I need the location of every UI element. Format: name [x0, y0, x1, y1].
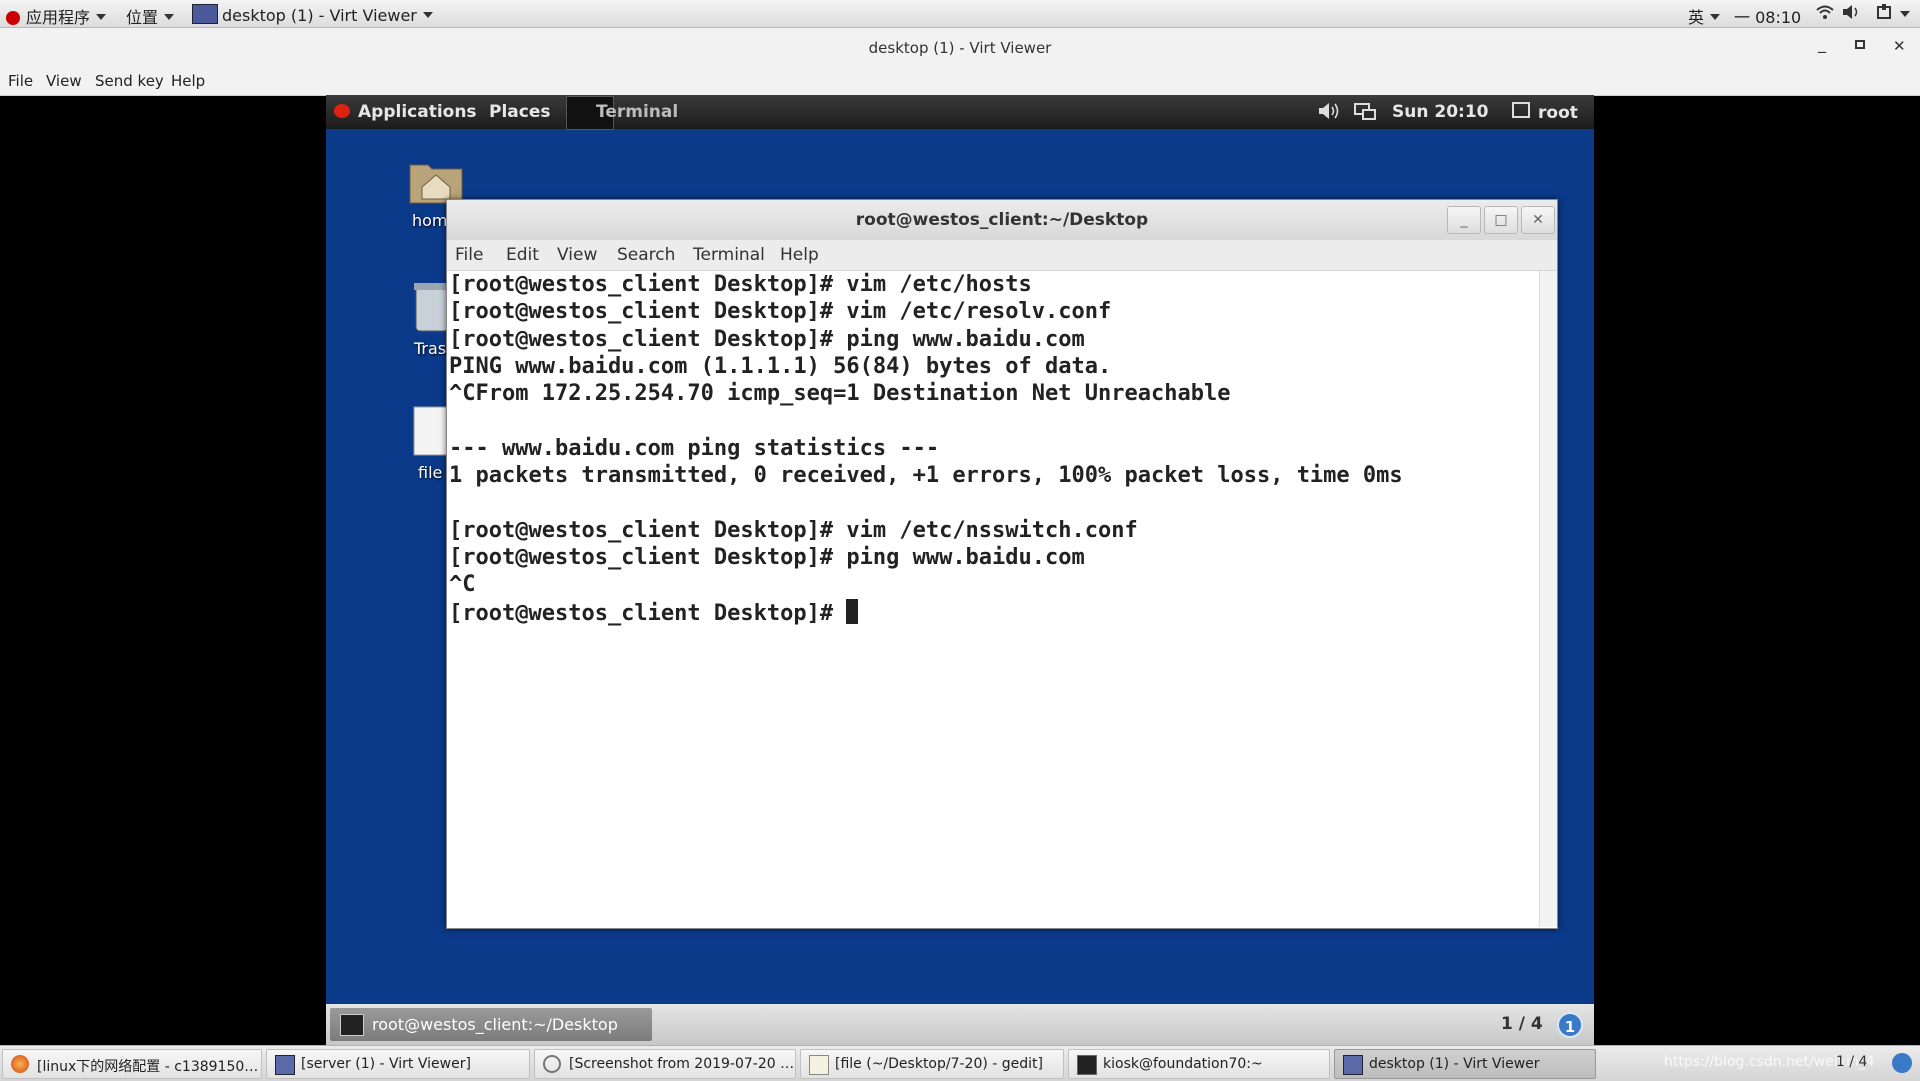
guest-taskbar-terminal-label: root@westos_client:~/Desktop [372, 1015, 618, 1034]
terminal-line: PING www.baidu.com (1.1.1.1) 56(84) byte… [449, 353, 1112, 379]
guest-top-panel: Applications Places Terminal Sun 20:10 r… [326, 95, 1594, 130]
host-places-menu[interactable]: 位置 [126, 4, 175, 28]
host-clock[interactable]: 一 08:10 [1734, 4, 1801, 28]
terminal-menu-terminal[interactable]: Terminal [693, 245, 765, 265]
monitor-icon [192, 4, 218, 24]
wifi-icon[interactable] [1816, 4, 1834, 24]
volume-icon[interactable] [1842, 4, 1860, 24]
maximize-button[interactable] [1855, 40, 1865, 49]
terminal-line: [root@westos_client Desktop]# ping www.b… [449, 544, 1085, 570]
menu-file[interactable]: File [8, 72, 33, 90]
terminal-output[interactable]: [root@westos_client Desktop]# vim /etc/h… [447, 271, 1537, 927]
terminal-menu-edit[interactable]: Edit [506, 245, 539, 265]
terminal-menu-view[interactable]: View [557, 245, 597, 265]
window-title: desktop (1) - Virt Viewer [868, 39, 1052, 57]
menu-help[interactable]: Help [171, 72, 205, 90]
taskbar-item-label: [file (~/Desktop/7-20) - gedit] [835, 1056, 1044, 1072]
guest-apps-label: Applications [358, 102, 477, 122]
host-window-label: desktop (1) - Virt Viewer [222, 6, 417, 25]
taskbar-item-screenshot[interactable]: [Screenshot from 2019-07-20 … [534, 1049, 796, 1079]
terminal-menu-search[interactable]: Search [617, 245, 675, 265]
terminal-scrollbar[interactable] [1539, 271, 1557, 927]
terminal-cursor [846, 598, 859, 624]
guest-places-menu[interactable]: Places [489, 102, 550, 122]
terminal-maximize-button[interactable]: □ [1484, 206, 1518, 234]
host-top-panel: 应用程序 位置 desktop (1) - Virt Viewer 英 一 08… [0, 0, 1920, 28]
host-places-label: 位置 [126, 8, 159, 27]
host-window-menu[interactable]: desktop (1) - Virt Viewer [192, 4, 433, 25]
host-apps-menu[interactable]: 应用程序 [6, 4, 107, 28]
host-workspace-indicator[interactable]: 1 / 4 [1836, 1054, 1867, 1070]
terminal-line: 1 packets transmitted, 0 received, +1 er… [449, 463, 1403, 489]
virt-viewer-menubar: File View Send key Help [0, 68, 1920, 96]
taskbar-item-server-viewer[interactable]: [server (1) - Virt Viewer] [266, 1049, 530, 1079]
terminal-line: [root@westos_client Desktop]# vim /etc/h… [449, 272, 1032, 297]
terminal-titlebar[interactable]: root@westos_client:~/Desktop _ □ ✕ [447, 200, 1557, 240]
terminal-minimize-button[interactable]: _ [1447, 206, 1481, 234]
terminal-line: ^CFrom 172.25.254.70 icmp_seq=1 Destinat… [449, 381, 1231, 407]
terminal-line: [root@westos_client Desktop]# vim /etc/r… [449, 299, 1112, 325]
workspace-indicator[interactable]: 1 / 4 [1501, 1014, 1543, 1034]
input-method-label: 英 [1688, 8, 1705, 27]
text-editor-icon [809, 1055, 829, 1075]
user-icon [1512, 102, 1530, 118]
host-taskbar: [linux下的网络配置 - c1389150… [server (1) - V… [0, 1045, 1920, 1081]
terminal-menu-file[interactable]: File [455, 245, 483, 265]
terminal-icon [340, 1014, 364, 1036]
taskbar-item-kiosk-terminal[interactable]: kiosk@foundation70:~ [1068, 1049, 1330, 1079]
taskbar-item-desktop-viewer[interactable]: desktop (1) - Virt Viewer [1334, 1049, 1596, 1079]
taskbar-item-label: [linux下的网络配置 - c1389150… [37, 1059, 259, 1075]
redhat-icon [334, 104, 350, 118]
taskbar-item-gedit[interactable]: [file (~/Desktop/7-20) - gedit] [800, 1049, 1064, 1079]
guest-taskbar-terminal[interactable]: root@westos_client:~/Desktop [330, 1008, 652, 1041]
notification-badge[interactable]: 1 [1557, 1012, 1583, 1038]
redhat-icon [6, 11, 20, 25]
desktop-icon-file-label: file [418, 463, 443, 482]
guest-user-label: root [1538, 103, 1578, 123]
terminal-title: root@westos_client:~/Desktop [855, 210, 1149, 230]
menu-view[interactable]: View [46, 72, 82, 90]
terminal-window[interactable]: root@westos_client:~/Desktop _ □ ✕ File … [446, 199, 1558, 929]
terminal-icon [1077, 1055, 1097, 1075]
guest-bottom-panel: root@westos_client:~/Desktop 1 / 4 1 [326, 1004, 1594, 1045]
guest-terminal-launcher[interactable]: Terminal [566, 95, 686, 130]
terminal-line: [root@westos_client Desktop]# ping www.b… [449, 326, 1085, 352]
guest-display[interactable]: Applications Places Terminal Sun 20:10 r… [326, 95, 1594, 1045]
terminal-menubar: File Edit View Search Terminal Help [447, 240, 1557, 271]
input-method-indicator[interactable]: 英 [1688, 4, 1721, 28]
notification-icon[interactable] [1892, 1053, 1912, 1073]
host-apps-label: 应用程序 [26, 8, 91, 27]
network-icon[interactable] [1354, 102, 1376, 127]
virt-viewer-titlebar: desktop (1) - Virt Viewer _ ✕ [0, 28, 1920, 68]
monitor-icon [1343, 1055, 1363, 1075]
terminal-prompt-line: [root@westos_client Desktop]# [449, 598, 1537, 627]
terminal-prompt: [root@westos_client Desktop]# [449, 600, 847, 626]
guest-apps-menu[interactable]: Applications [334, 102, 477, 122]
guest-user-menu[interactable]: root [1512, 102, 1578, 123]
terminal-menu-help[interactable]: Help [780, 245, 819, 265]
terminal-close-button[interactable]: ✕ [1521, 206, 1555, 234]
taskbar-item-browser[interactable]: [linux下的网络配置 - c1389150… [2, 1049, 262, 1079]
menu-send-key[interactable]: Send key [95, 72, 164, 90]
screenshot-icon [543, 1055, 561, 1073]
taskbar-item-label: kiosk@foundation70:~ [1103, 1056, 1263, 1072]
minimize-button[interactable]: _ [1818, 34, 1826, 53]
folder-home-icon [409, 164, 463, 204]
guest-terminal-label: Terminal [596, 102, 679, 122]
taskbar-item-label: desktop (1) - Virt Viewer [1369, 1056, 1540, 1072]
monitor-icon [275, 1055, 295, 1075]
firefox-icon [11, 1055, 29, 1073]
guest-clock[interactable]: Sun 20:10 [1392, 102, 1488, 122]
terminal-line: --- www.baidu.com ping statistics --- [449, 435, 940, 461]
speaker-icon[interactable] [1318, 102, 1340, 125]
terminal-line: [root@westos_client Desktop]# vim /etc/n… [449, 517, 1138, 543]
power-icon[interactable] [1876, 4, 1910, 24]
taskbar-item-label: [Screenshot from 2019-07-20 … [569, 1056, 795, 1072]
taskbar-item-label: [server (1) - Virt Viewer] [301, 1056, 471, 1072]
close-button[interactable]: ✕ [1893, 37, 1906, 55]
terminal-line: ^C [449, 572, 476, 598]
